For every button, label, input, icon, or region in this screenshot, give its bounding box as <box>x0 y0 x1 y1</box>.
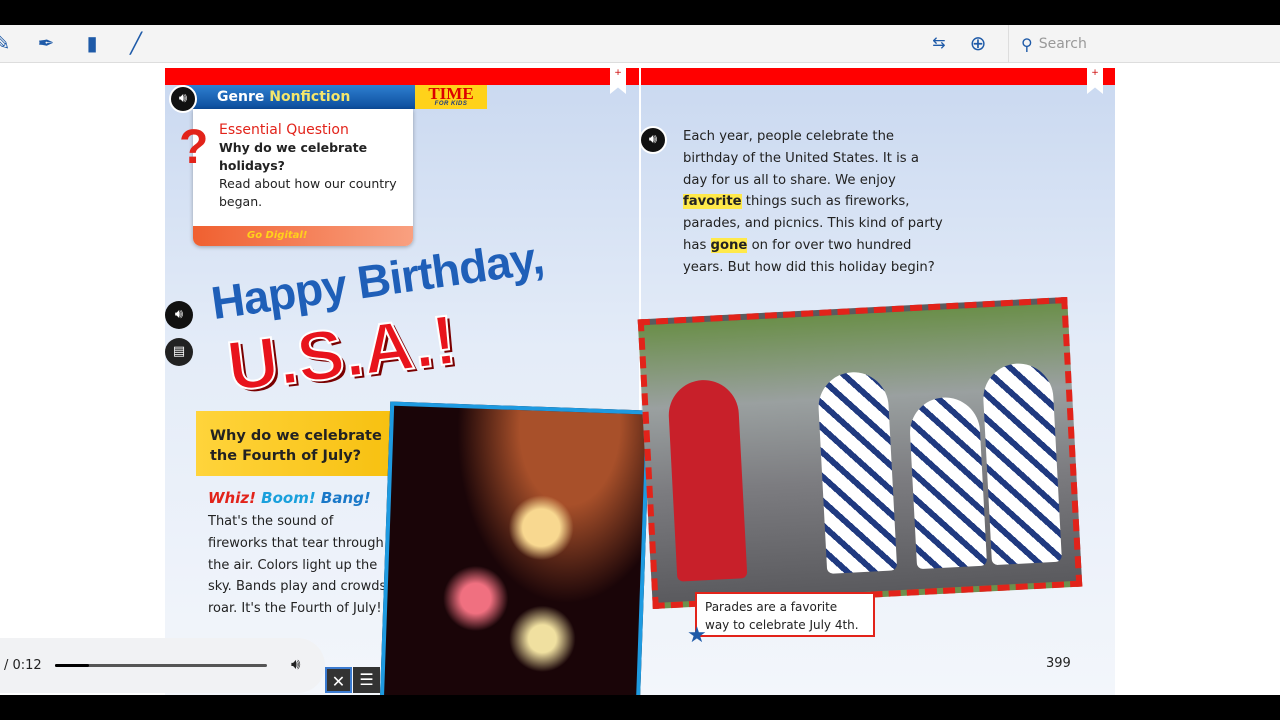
parade-photo <box>637 296 1083 610</box>
eq-title: Essential Question <box>219 122 349 138</box>
pen-icon[interactable]: ✒ <box>34 31 58 55</box>
zoom-in-icon[interactable]: ⊕ <box>966 31 990 55</box>
genre-value: Nonfiction <box>269 89 351 105</box>
time-for-kids-logo: TIME FOR KIDS <box>415 85 487 109</box>
eq-text: Read about how our country began. <box>219 176 397 209</box>
highlighted-word-favorite[interactable]: favorite <box>683 194 742 210</box>
menu-icon: ☰ <box>359 670 374 689</box>
toolbar: ✎ ✒ ▮ ╱ ⇆ ⊕ ⚲ Search <box>0 25 1280 63</box>
speaker-icon: 🔊︎ <box>174 307 184 322</box>
go-digital-link[interactable]: Go Digital! <box>193 226 413 246</box>
notes-button[interactable]: ▤ <box>165 338 193 366</box>
audio-progress-slider[interactable] <box>55 664 267 667</box>
question-mark-icon: ? <box>179 121 209 174</box>
close-icon: ✕ <box>331 672 346 691</box>
highlighter-icon[interactable]: ✎ <box>0 31 14 55</box>
document-icon: ▤ <box>172 344 186 359</box>
genre-label: Genre <box>217 89 265 105</box>
child-figure <box>908 395 988 570</box>
section-question: Why do we celebrate the Fourth of July? <box>196 411 396 476</box>
bottom-black-bar <box>0 695 1280 720</box>
brand-logo-text: TIME <box>428 84 474 103</box>
bang-text: Bang! <box>320 489 371 507</box>
search-placeholder: Search <box>1038 36 1087 52</box>
right-paragraph: Each year, people celebrate the birthday… <box>683 126 943 279</box>
volume-icon[interactable]: 🔊︎ <box>291 655 300 673</box>
bookmark-right-icon[interactable]: + <box>1087 68 1103 94</box>
photo-caption: Parades are a favorite way to celebrate … <box>695 592 875 637</box>
eq-question: Why do we celebrate holidays? <box>219 140 368 173</box>
para-text-1: Each year, people celebrate the birthday… <box>683 129 919 188</box>
boom-text: Boom! <box>261 489 316 507</box>
fit-width-icon[interactable]: ⇆ <box>927 31 951 55</box>
left-body-text: That's the sound of fireworks that tear … <box>208 514 387 617</box>
child-figure <box>816 370 898 574</box>
star-icon: ★ <box>687 623 707 648</box>
top-black-bar <box>0 0 1280 25</box>
bookmark-left-icon[interactable]: + <box>610 68 626 94</box>
book-spread: + + Genre Nonfiction TIME FOR KIDS 🔊︎ Es… <box>165 68 1115 695</box>
menu-button[interactable]: ☰ <box>353 667 380 693</box>
brand-logo-subtext: FOR KIDS <box>434 101 468 107</box>
fireworks-photo <box>379 401 651 695</box>
genre-banner: Genre Nonfiction <box>185 85 417 109</box>
audio-button-paragraph[interactable]: 🔊︎ <box>639 126 667 154</box>
audio-progress-fill <box>55 664 89 667</box>
child-figure <box>667 378 748 582</box>
note-icon[interactable]: ▮ <box>80 31 104 55</box>
audio-time: / 0:12 <box>4 658 42 673</box>
whiz-text: Whiz! <box>208 489 256 507</box>
page-number: 399 <box>1046 656 1071 671</box>
child-figure <box>981 361 1062 566</box>
go-digital-label: Go Digital! <box>247 230 308 241</box>
audio-player: / 0:12 🔊︎ <box>0 638 325 693</box>
audio-button-title[interactable]: 🔊︎ <box>165 301 193 329</box>
search-icon: ⚲ <box>1021 34 1033 54</box>
speaker-icon: 🔊︎ <box>648 132 658 147</box>
close-button[interactable]: ✕ <box>325 667 352 693</box>
search-input[interactable]: ⚲ Search <box>1008 25 1280 63</box>
speaker-icon: 🔊︎ <box>178 91 188 106</box>
pencil-icon[interactable]: ╱ <box>124 31 148 55</box>
highlighted-word-gone[interactable]: gone <box>710 237 748 253</box>
whiz-boom-bang: Whiz! Boom! Bang! <box>208 489 371 507</box>
